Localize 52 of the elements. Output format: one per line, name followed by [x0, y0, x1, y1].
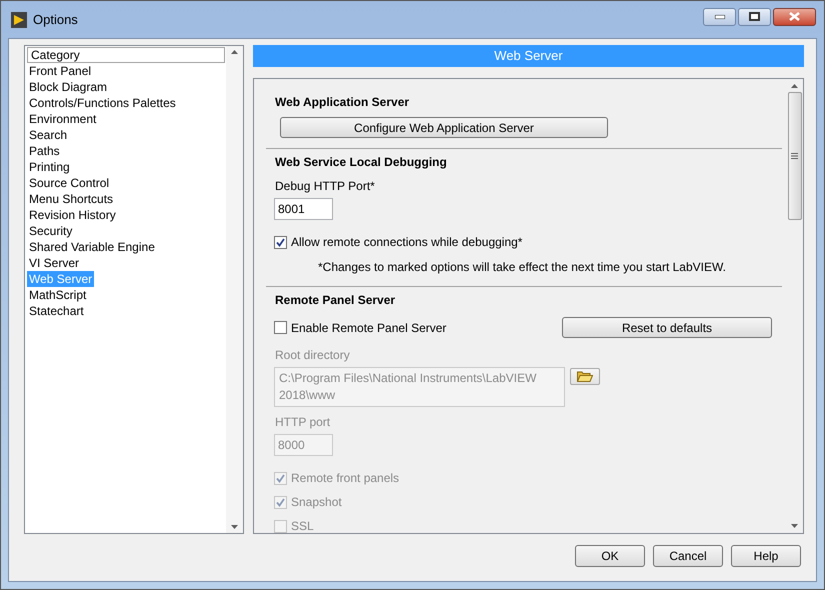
- folder-icon: [577, 371, 593, 382]
- checkbox-label: Snapshot: [291, 494, 342, 511]
- reset-button[interactable]: Reset to defaults: [562, 317, 772, 338]
- checkbox-label: SSL: [291, 518, 314, 533]
- browse-button[interactable]: [570, 368, 600, 385]
- category-item[interactable]: Shared Variable Engine: [27, 239, 157, 255]
- grip-icon: [791, 153, 798, 159]
- app-icon: [11, 12, 27, 28]
- close-button[interactable]: [773, 8, 816, 26]
- scroll-up-icon: [791, 84, 798, 88]
- scroll-up-icon: [231, 50, 238, 54]
- category-item[interactable]: Paths: [27, 143, 62, 159]
- field-label: Root directory: [274, 347, 351, 364]
- category-item[interactable]: Environment: [27, 111, 98, 127]
- configure-button[interactable]: Configure Web Application Server: [280, 117, 608, 138]
- checkbox-label: Remote front panels: [291, 470, 400, 487]
- category-item[interactable]: Statechart: [27, 303, 86, 319]
- checkbox[interactable]: [274, 321, 287, 334]
- scroll-down-icon: [231, 525, 238, 529]
- minimize-icon: [714, 14, 724, 18]
- field-label: HTTP port: [274, 414, 332, 431]
- category-item[interactable]: Block Diagram: [27, 79, 110, 95]
- section-title: Remote Panel Server: [274, 292, 396, 309]
- checkbox[interactable]: [274, 236, 287, 248]
- minimize-button[interactable]: [703, 8, 736, 26]
- column-header: Category: [27, 47, 225, 63]
- dialog-button[interactable]: Cancel: [653, 545, 723, 567]
- category-item[interactable]: Source Control: [27, 175, 112, 191]
- section-title: Web Service Local Debugging: [274, 154, 448, 171]
- category-item[interactable]: Menu Shortcuts: [27, 191, 116, 207]
- window-title: Options: [33, 10, 78, 29]
- dialog-button[interactable]: Help: [731, 545, 801, 567]
- note-text: *Changes to marked options will take effect the next time you start LabVIEW.: [318, 260, 726, 274]
- category-item[interactable]: MathScript: [27, 287, 88, 303]
- category-item[interactable]: Front Panel: [27, 63, 94, 79]
- page-header: Web Server: [253, 45, 804, 67]
- category-item[interactable]: Printing: [27, 159, 72, 175]
- category-item[interactable]: VI Server: [27, 255, 82, 271]
- checkbox-label: Enable Remote Panel Server: [291, 320, 446, 336]
- number-field[interactable]: 8001: [274, 198, 333, 220]
- category-item[interactable]: Revision History: [27, 207, 118, 223]
- category-item[interactable]: Controls/Functions Palettes: [27, 95, 178, 111]
- category-item[interactable]: Security: [27, 223, 74, 239]
- section-title: Web Application Server: [274, 94, 410, 111]
- dialog-button[interactable]: OK: [575, 545, 645, 567]
- close-icon: [789, 12, 800, 21]
- maximize-button[interactable]: [738, 8, 771, 26]
- maximize-icon: [749, 12, 760, 21]
- scroll-down-icon: [791, 524, 798, 528]
- checkbox-label: Allow remote connections while debugging*: [291, 234, 522, 251]
- field-label: Debug HTTP Port*: [274, 178, 376, 195]
- category-item[interactable]: Search: [27, 127, 70, 143]
